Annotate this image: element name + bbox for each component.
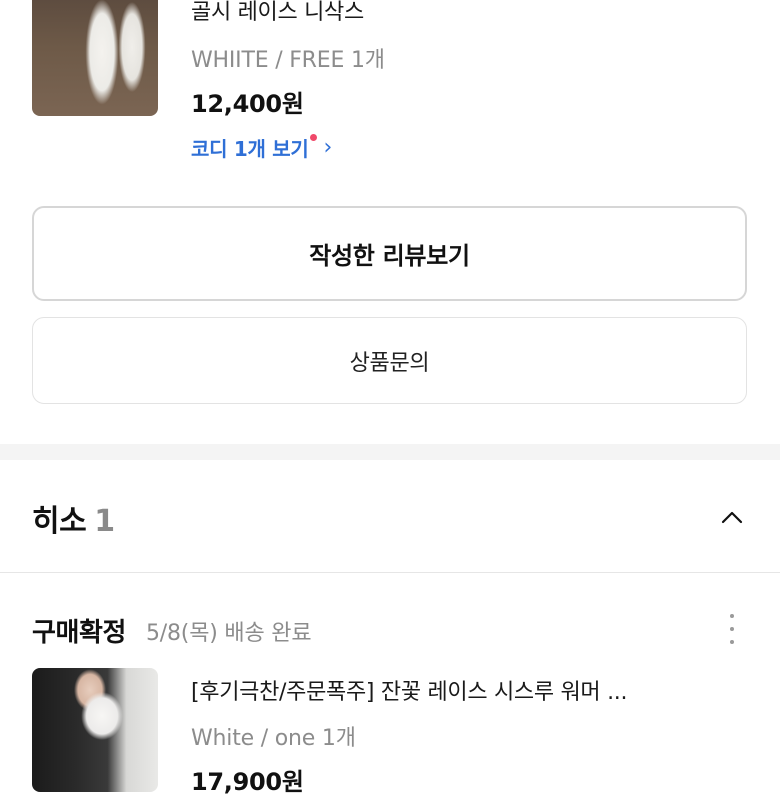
product-price: 12,400원	[191, 90, 304, 118]
product-title[interactable]: [후기극찬/주문폭주] 잔꽃 레이스 시스루 워머 ...	[191, 674, 627, 706]
chevron-up-icon[interactable]	[716, 502, 748, 530]
order-status: 구매확정	[32, 618, 127, 648]
coordi-link[interactable]: 코디 1개 보기 ›	[191, 133, 332, 162]
section-divider	[0, 444, 780, 460]
product-inquiry-button[interactable]: 상품문의	[32, 317, 747, 404]
product-option: WHIITE / FREE 1개	[191, 48, 385, 73]
delivery-date: 5/8(목) 배송 완료	[146, 621, 312, 646]
product-option: White / one 1개	[191, 726, 356, 751]
product-image[interactable]	[32, 668, 158, 792]
divider	[0, 572, 780, 573]
coordi-link-label: 코디 1개 보기	[191, 137, 309, 161]
seller-section-header[interactable]: 히소 1	[32, 496, 115, 540]
seller-item-count: 1	[94, 504, 115, 539]
view-review-button[interactable]: 작성한 리뷰보기	[32, 206, 747, 301]
seller-name: 히소	[32, 504, 87, 539]
product-title[interactable]: 골시 레이스 니삭스	[191, 0, 364, 26]
product-image[interactable]	[32, 0, 158, 116]
notification-dot	[310, 134, 318, 141]
more-options-icon[interactable]	[722, 614, 742, 644]
chevron-right-icon: ›	[323, 135, 332, 160]
